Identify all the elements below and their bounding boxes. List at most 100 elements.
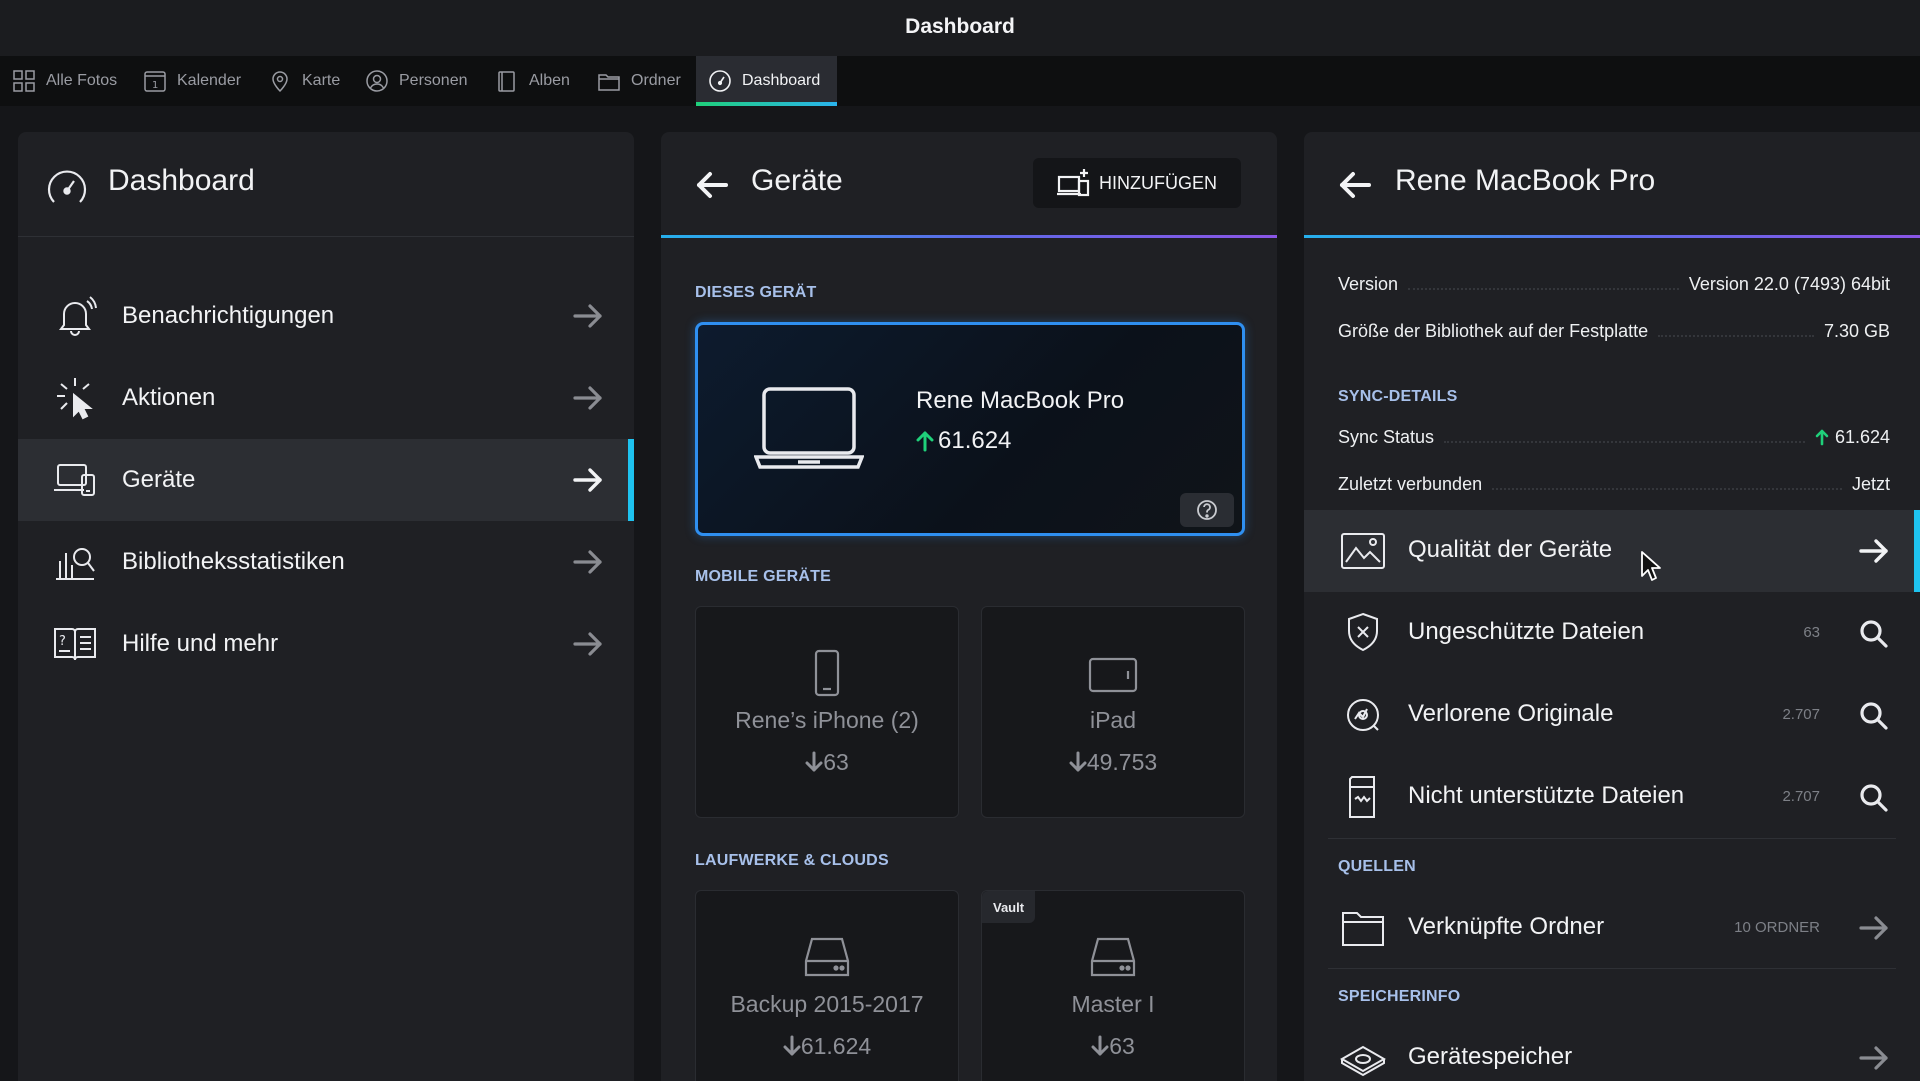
help-book-icon: ? [52,621,98,667]
tab-dashboard[interactable]: Dashboard [696,56,837,106]
dotted-leader [1408,278,1679,290]
arrow-right-icon [572,303,604,329]
menu-item-label: Aktionen [122,384,216,411]
tab-label: Dashboard [742,72,821,89]
svg-text:?: ? [59,634,66,649]
device-name: Master I [1071,991,1155,1017]
lost-originals-item[interactable]: Verlorene Originale 2.707 [1304,674,1920,756]
folder-icon [597,69,621,93]
this-device-card[interactable]: Rene MacBook Pro 61.624 [695,322,1245,536]
active-tab-indicator [696,102,837,106]
dotted-leader [1658,325,1814,337]
device-name: Rene MacBook Pro [916,387,1125,414]
tab-ordner[interactable]: Ordner [585,56,693,106]
search-icon[interactable] [1858,618,1890,648]
menu-item-benachrichtigungen[interactable]: Benachrichtigungen [18,275,634,357]
info-label: Version [1338,273,1399,294]
arrow-down-icon [1069,751,1087,773]
menu-item-label: Benachrichtigungen [122,302,335,329]
devices-panel: Geräte HINZUFÜGEN DIESES GERÄT Rene MacB… [661,132,1277,1081]
panel-title: Dashboard [108,164,255,197]
help-icon[interactable] [1180,493,1234,527]
dashboard-panel: Dashboard Benachrichtigungen Aktionen Ge… [18,132,634,1081]
header-accent-line [661,235,1277,238]
arrow-right-icon [1858,1043,1890,1073]
search-icon[interactable] [1858,700,1890,730]
folder-icon [1340,905,1386,951]
device-tile-master[interactable]: Vault Master I 63 [981,890,1245,1081]
menu-item-hilfe[interactable]: ? Hilfe und mehr [18,603,634,685]
add-device-icon [1057,169,1091,197]
device-storage-item[interactable]: Gerätespeicher [1304,1017,1920,1081]
device-count: 63 [696,749,958,776]
item-count: 2.707 [1782,788,1820,805]
linked-folders-item[interactable]: Verknüpfte Ordner 10 ORDNER [1304,887,1920,969]
device-tile-iphone[interactable]: Rene’s iPhone (2) 63 [695,606,959,818]
device-tile-ipad[interactable]: iPad 49.753 [981,606,1245,818]
person-icon [365,69,389,93]
menu-item-label: Bibliotheksstatistiken [122,548,345,575]
info-row-sync-status: Sync Status 61.624 [1338,422,1890,452]
device-count: 63 [982,1033,1244,1060]
divider [1328,968,1896,969]
item-label: Verlorene Originale [1408,700,1614,727]
panel-title: Geräte [751,164,843,197]
menu-item-geraete[interactable]: Geräte [18,439,634,521]
search-icon[interactable] [1858,782,1890,812]
device-tile-backup[interactable]: Backup 2015-2017 61.624 [695,890,959,1081]
panel-header: Geräte HINZUFÜGEN [661,132,1277,238]
grid-icon [12,69,36,93]
add-button-label: HINZUFÜGEN [1099,172,1217,193]
gauge-icon [708,69,732,93]
unsupported-files-item[interactable]: Nicht unterstützte Dateien 2.707 [1304,756,1920,838]
info-row-library-size: Größe der Bibliothek auf der Festplatte … [1338,316,1890,346]
device-count-value: 61.624 [800,1033,872,1059]
image-quality-icon [1340,528,1386,574]
info-row-last-connected: Zuletzt verbunden Jetzt [1338,469,1890,499]
vault-badge: Vault [982,891,1036,923]
arrow-down-icon [805,751,823,773]
arrow-right-icon [1858,913,1890,943]
back-arrow-icon[interactable] [1338,170,1372,200]
storage-icon [1340,1035,1386,1081]
item-count: 10 ORDNER [1734,919,1820,936]
info-value: 61.624 [1815,427,1890,448]
item-count: 2.707 [1782,706,1820,723]
device-count: 49.753 [982,749,1244,776]
add-device-button[interactable]: HINZUFÜGEN [1033,158,1241,208]
device-count-value: 61.624 [938,427,1012,454]
unprotected-files-item[interactable]: Ungeschützte Dateien 63 [1304,592,1920,674]
device-count-value: 63 [1109,1033,1135,1059]
section-sources: QUELLEN [1338,858,1416,875]
header-accent-line [1304,235,1920,238]
tab-personen[interactable]: Personen [353,56,480,106]
menu-item-aktionen[interactable]: Aktionen [18,357,634,439]
device-count-value: 49.753 [1086,749,1158,775]
drive-icon [1088,933,1138,983]
arrow-down-icon [783,1035,801,1057]
arrow-right-icon [572,385,604,411]
tab-karte[interactable]: Karte [256,56,352,106]
arrow-up-icon [916,430,934,452]
menu-item-bibliotheksstatistiken[interactable]: Bibliotheksstatistiken [18,521,634,603]
tab-kalender[interactable]: 1 Kalender [131,56,253,106]
svg-text:1: 1 [152,80,158,91]
device-name: Backup 2015-2017 [730,991,924,1017]
item-label: Nicht unterstützte Dateien [1408,782,1685,809]
menu-item-label: Hilfe und mehr [122,630,279,657]
info-label: Sync Status [1338,426,1435,447]
lost-original-icon [1340,692,1386,738]
arrow-up-icon [1815,428,1829,446]
section-this-device: DIESES GERÄT [695,284,817,301]
device-quality-item[interactable]: Qualität der Geräte [1304,510,1920,592]
menu-item-label: Geräte [122,466,196,493]
back-arrow-icon[interactable] [695,170,729,200]
tab-alben[interactable]: Alben [483,56,582,106]
dotted-leader [1492,478,1842,490]
tab-alle-fotos[interactable]: Alle Fotos [0,56,129,106]
gauge-icon [44,164,90,210]
tab-label: Ordner [631,72,681,89]
arrow-down-icon [1091,1035,1109,1057]
tab-label: Kalender [177,72,242,89]
arrow-right-icon [1858,536,1890,566]
